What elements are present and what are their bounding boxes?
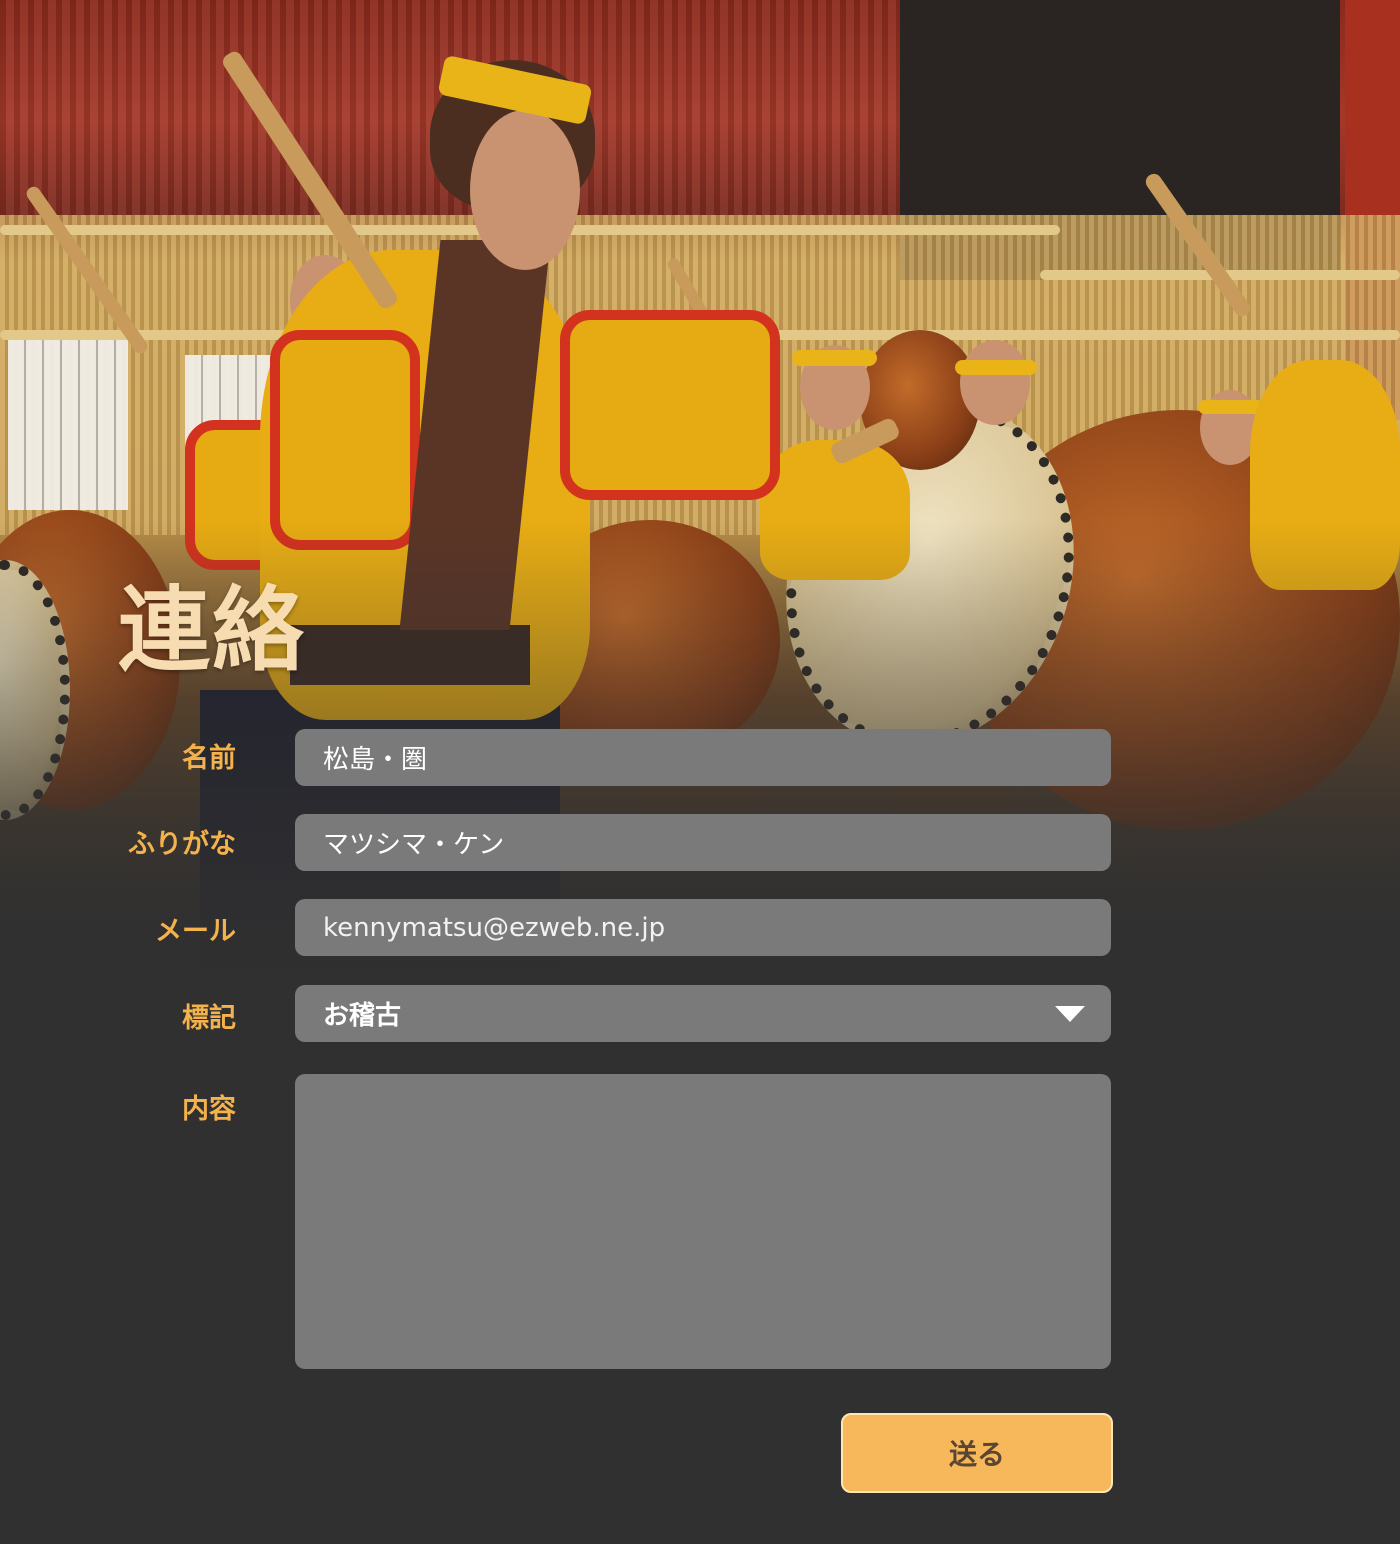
- name-label: 名前: [182, 743, 236, 774]
- page-title: 連絡: [118, 576, 307, 684]
- furigana-label: ふりがな: [128, 829, 236, 860]
- main-drummer-sleeve: [560, 310, 780, 500]
- headband: [792, 350, 877, 366]
- subject-selected-value: お稽古: [323, 1001, 402, 1031]
- name-input[interactable]: [295, 729, 1111, 786]
- headband: [955, 360, 1037, 375]
- headband: [1198, 400, 1264, 414]
- message-label: 内容: [182, 1094, 236, 1125]
- main-drummer-head: [470, 110, 580, 270]
- submit-button[interactable]: 送る: [841, 1413, 1113, 1493]
- drummer-head: [960, 340, 1030, 425]
- subject-label: 標記: [182, 1003, 236, 1034]
- email-label: メール: [155, 916, 236, 947]
- furigana-input[interactable]: [295, 814, 1111, 871]
- notice-paper: [8, 340, 128, 510]
- main-drummer-sleeve: [270, 330, 420, 550]
- caret-down-icon: [1055, 1006, 1085, 1022]
- contact-page: 連絡 名前 ふりがな メール 標記 お稽古 内容 送る: [0, 0, 1400, 1544]
- email-input[interactable]: [295, 899, 1111, 956]
- message-textarea[interactable]: [295, 1074, 1111, 1369]
- subject-select[interactable]: お稽古: [295, 985, 1111, 1042]
